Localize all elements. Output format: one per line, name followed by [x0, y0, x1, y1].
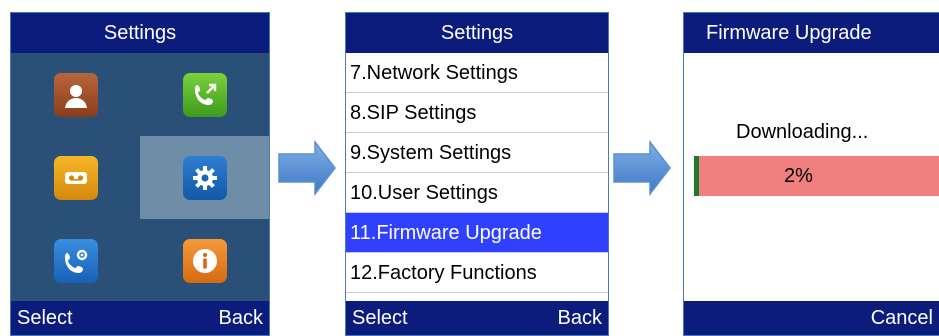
progress-fill	[694, 156, 699, 196]
progress-percent: 2%	[784, 165, 813, 187]
call-settings-icon	[53, 238, 98, 283]
menu-item-sip-settings[interactable]: 8.SIP Settings	[346, 93, 608, 133]
screen-title: Firmware Upgrade	[684, 13, 939, 53]
firmware-upgrade-screen: Firmware Upgrade Downloading... 2% Cance…	[683, 12, 939, 336]
info-icon	[182, 238, 227, 283]
softkey-bar: Select Back	[11, 301, 269, 335]
select-softkey[interactable]: Select	[352, 307, 408, 330]
voicemail-icon	[53, 155, 98, 200]
contacts-tile[interactable]	[11, 53, 140, 136]
menu-item-user-settings[interactable]: 10.User Settings	[346, 173, 608, 213]
download-status: Downloading...	[736, 121, 869, 143]
app-grid	[11, 53, 269, 303]
screen-title: Settings	[11, 13, 269, 53]
settings-menu: 7.Network Settings 8.SIP Settings 9.Syst…	[346, 53, 608, 293]
menu-item-firmware-upgrade[interactable]: 11.Firmware Upgrade	[346, 213, 608, 253]
info-tile[interactable]	[140, 219, 269, 302]
right-arrow-icon	[278, 140, 336, 196]
right-arrow-icon	[613, 140, 671, 196]
select-softkey[interactable]: Select	[17, 307, 73, 330]
menu-item-network-settings[interactable]: 7.Network Settings	[346, 53, 608, 93]
softkey-bar: Cancel	[684, 301, 939, 335]
back-softkey[interactable]: Back	[558, 307, 602, 330]
call-settings-tile[interactable]	[11, 219, 140, 302]
menu-item-factory-functions[interactable]: 12.Factory Functions	[346, 253, 608, 293]
call-history-icon	[182, 72, 227, 117]
menu-item-system-settings[interactable]: 9.System Settings	[346, 133, 608, 173]
voicemail-tile[interactable]	[11, 136, 140, 219]
settings-gear-icon	[182, 155, 227, 200]
cancel-softkey[interactable]: Cancel	[871, 307, 933, 330]
softkey-bar: Select Back	[346, 301, 608, 335]
download-progress-bar: 2%	[694, 156, 939, 196]
call-history-tile[interactable]	[140, 53, 269, 136]
back-softkey[interactable]: Back	[219, 307, 263, 330]
settings-grid-screen: Settings Select Back	[10, 12, 270, 336]
settings-list-screen: Settings 7.Network Settings 8.SIP Settin…	[345, 12, 609, 336]
screen-title: Settings	[346, 13, 608, 53]
contacts-icon	[53, 72, 98, 117]
settings-tile[interactable]	[140, 136, 269, 219]
